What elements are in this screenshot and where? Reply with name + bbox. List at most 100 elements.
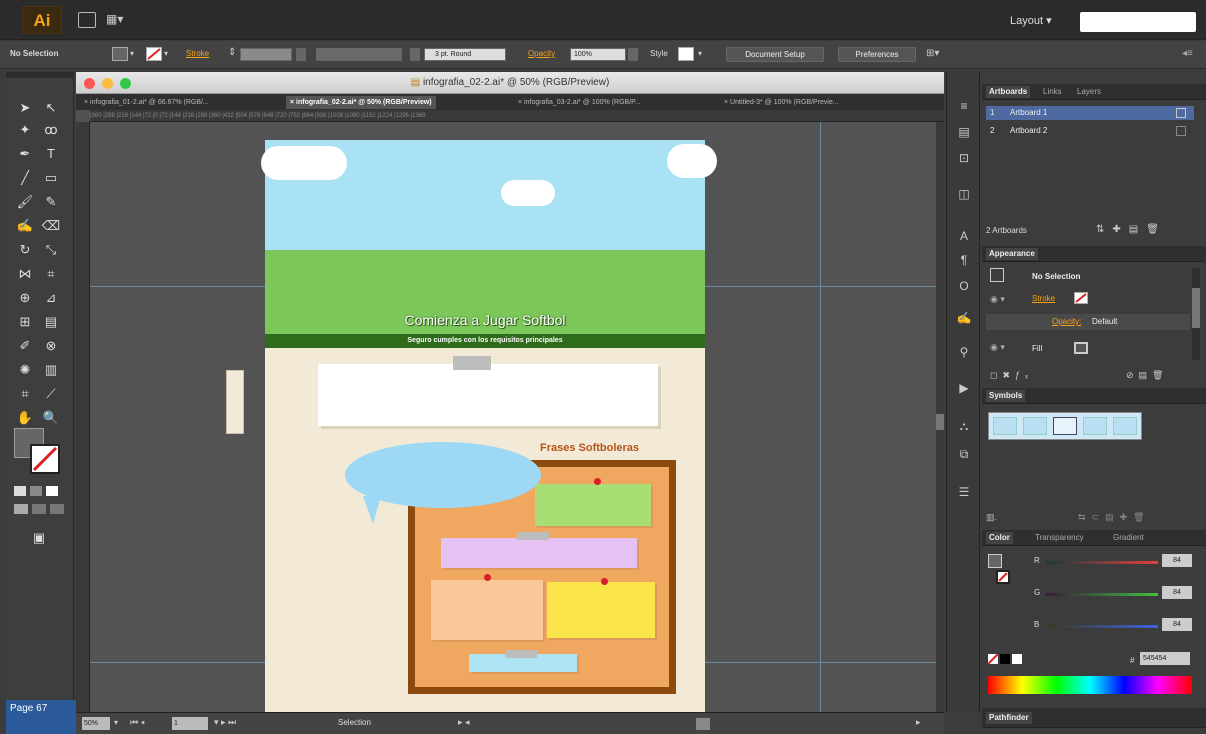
artboard-options-icon[interactable]: [1176, 126, 1186, 136]
stroke-panel-icon[interactable]: ▶: [955, 380, 973, 396]
document-setup-button[interactable]: Document Setup: [726, 47, 824, 62]
symbol-thumbnail[interactable]: [1113, 417, 1137, 435]
graphic-styles-icon[interactable]: ⚲: [955, 344, 973, 360]
appearance-stroke-swatch[interactable]: [1074, 292, 1088, 304]
arrange-documents-icon[interactable]: ▦▾: [106, 12, 128, 28]
tape-strip[interactable]: [517, 532, 549, 540]
transform-panel-icon[interactable]: ⧉: [955, 446, 973, 462]
line-tool-icon[interactable]: ╱: [14, 168, 36, 188]
direct-selection-tool-icon[interactable]: ↖: [40, 98, 62, 118]
scroll-right-icon[interactable]: ▸: [916, 717, 921, 728]
horizontal-scrollbar-thumb[interactable]: [696, 718, 710, 730]
symbols-panel-title[interactable]: Symbols: [986, 390, 1026, 402]
blue-value-field[interactable]: 84: [1162, 618, 1192, 631]
appearance-opacity-row[interactable]: Opacity: Default: [986, 314, 1190, 330]
none-mode-icon[interactable]: [46, 486, 58, 496]
layers-panel-icon[interactable]: ▤: [955, 124, 973, 140]
color-spectrum[interactable]: [988, 676, 1192, 694]
appearance-fill-swatch[interactable]: [1074, 342, 1088, 354]
peach-note[interactable]: [431, 580, 543, 640]
tape-strip[interactable]: [453, 356, 491, 370]
white-note-card[interactable]: [318, 364, 658, 426]
stroke-color-box[interactable]: [996, 570, 1010, 584]
pen-tool-icon[interactable]: ✒: [14, 144, 36, 164]
chevron-down-icon[interactable]: ▾: [114, 718, 118, 727]
infographic-title[interactable]: Comienza a Jugar Softbol: [265, 312, 705, 328]
chevron-down-icon[interactable]: ▾: [164, 49, 168, 58]
artboard-row[interactable]: 1 Artboard 1: [986, 106, 1194, 120]
draw-inside-icon[interactable]: [50, 504, 64, 514]
character-panel-icon[interactable]: A: [955, 228, 973, 244]
appearance-delete-icon[interactable]: ⊘▤🗑: [1126, 370, 1168, 381]
brush-definition-field[interactable]: 3 pt. Round: [424, 48, 506, 61]
align-menu-icon[interactable]: ⊞▾: [926, 48, 939, 59]
screen-mode-icon[interactable]: ▣: [28, 528, 50, 548]
scrollbar-thumb[interactable]: [1192, 288, 1200, 328]
none-swatch[interactable]: [987, 653, 999, 665]
appearance-opacity-label[interactable]: Opacity:: [1052, 317, 1081, 326]
mesh-tool-icon[interactable]: ⊞: [14, 312, 36, 332]
shape-builder-tool-icon[interactable]: ⊕: [14, 288, 36, 308]
vertical-ruler[interactable]: [76, 122, 90, 712]
opacity-field[interactable]: 100%: [570, 48, 626, 61]
tab-gradient[interactable]: Gradient: [1110, 532, 1147, 544]
green-value-field[interactable]: 84: [1162, 586, 1192, 599]
green-slider[interactable]: [1046, 593, 1158, 596]
cloud-shape[interactable]: [667, 144, 717, 178]
tab-infografia-02[interactable]: × infografia_02-2.ai* @ 50% (RGB/Preview…: [286, 96, 436, 109]
scale-tool-icon[interactable]: ⤡: [40, 240, 62, 260]
rotate-tool-icon[interactable]: ↻: [14, 240, 36, 260]
symbol-sprayer-tool-icon[interactable]: ✺: [14, 360, 36, 380]
appearance-scrollbar[interactable]: [1192, 268, 1200, 360]
artboards-panel-icon[interactable]: ◫: [955, 186, 973, 202]
draw-behind-icon[interactable]: [32, 504, 46, 514]
first-artboard-icon[interactable]: ⏮ ◂: [130, 717, 145, 728]
next-artboard-icon[interactable]: ▾ ▸ ⏭: [214, 717, 236, 728]
hex-value-field[interactable]: 545454: [1140, 652, 1190, 665]
tab-infografia-03[interactable]: × infografia_03-2.ai* @ 100% (RGB/P...: [514, 96, 645, 109]
artboard-tool-icon[interactable]: ⌗: [14, 384, 36, 404]
align-panel-icon[interactable]: ⛬: [955, 418, 973, 434]
chevron-down-icon[interactable]: ▾: [698, 49, 702, 58]
purple-note[interactable]: [441, 538, 637, 568]
chevron-down-icon[interactable]: [628, 48, 638, 61]
search-input[interactable]: [1080, 12, 1196, 32]
tab-links[interactable]: Links: [1040, 86, 1065, 98]
properties-icon[interactable]: ≡: [955, 98, 973, 114]
stroke-label[interactable]: Stroke: [186, 49, 209, 58]
color-mode-icon[interactable]: [14, 486, 26, 496]
variable-width-field[interactable]: [316, 48, 402, 61]
chevron-down-icon[interactable]: ▾: [130, 49, 134, 58]
minimize-window-button[interactable]: [102, 78, 113, 89]
zoom-tool-icon[interactable]: 🔍: [40, 408, 62, 428]
appearance-panel-title[interactable]: Appearance: [986, 248, 1038, 260]
paintbrush-tool-icon[interactable]: 🖌: [14, 192, 36, 212]
vertical-guide[interactable]: [820, 122, 821, 712]
workspace-switcher[interactable]: Layout ▾: [1010, 14, 1052, 27]
column-graph-tool-icon[interactable]: ▥: [40, 360, 62, 380]
board-title[interactable]: Frases Softboleras: [540, 442, 639, 454]
free-transform-tool-icon[interactable]: ⌗: [40, 264, 62, 284]
blue-slider[interactable]: [1046, 625, 1158, 628]
vertical-scrollbar[interactable]: [936, 122, 944, 712]
symbol-thumbnail[interactable]: [1023, 417, 1047, 435]
stepper-icon[interactable]: ⇕: [228, 47, 236, 58]
cloud-shape[interactable]: [501, 180, 555, 206]
paragraph-panel-icon[interactable]: ¶: [955, 252, 973, 268]
blend-tool-icon[interactable]: ⊗: [40, 336, 62, 356]
appearance-actions-icon[interactable]: ◻✖ƒₓ: [990, 370, 1033, 381]
cloud-shape[interactable]: [261, 146, 347, 180]
tab-untitled-3[interactable]: × Untitled-3* @ 100% (RGB/Previe...: [720, 96, 843, 109]
opacity-label[interactable]: Opacity: [528, 49, 555, 58]
symbol-thumbnail[interactable]: [1053, 417, 1077, 435]
slice-tool-icon[interactable]: ⟋: [40, 384, 62, 404]
panel-menu-icon[interactable]: ◂≡: [1182, 48, 1193, 59]
gradient-mode-icon[interactable]: [30, 486, 42, 496]
bridge-icon[interactable]: [78, 12, 96, 28]
visibility-eye-icon[interactable]: ◉ ▾: [990, 342, 1005, 353]
symbol-thumbnail[interactable]: [1083, 417, 1107, 435]
blob-brush-tool-icon[interactable]: ✍: [14, 216, 36, 236]
tab-infografia-01[interactable]: × infografia_01-2.ai* @ 66.67% (RGB/...: [80, 96, 213, 109]
selection-tool-icon[interactable]: ➤: [14, 98, 36, 118]
tab-artboards[interactable]: Artboards: [986, 86, 1031, 98]
